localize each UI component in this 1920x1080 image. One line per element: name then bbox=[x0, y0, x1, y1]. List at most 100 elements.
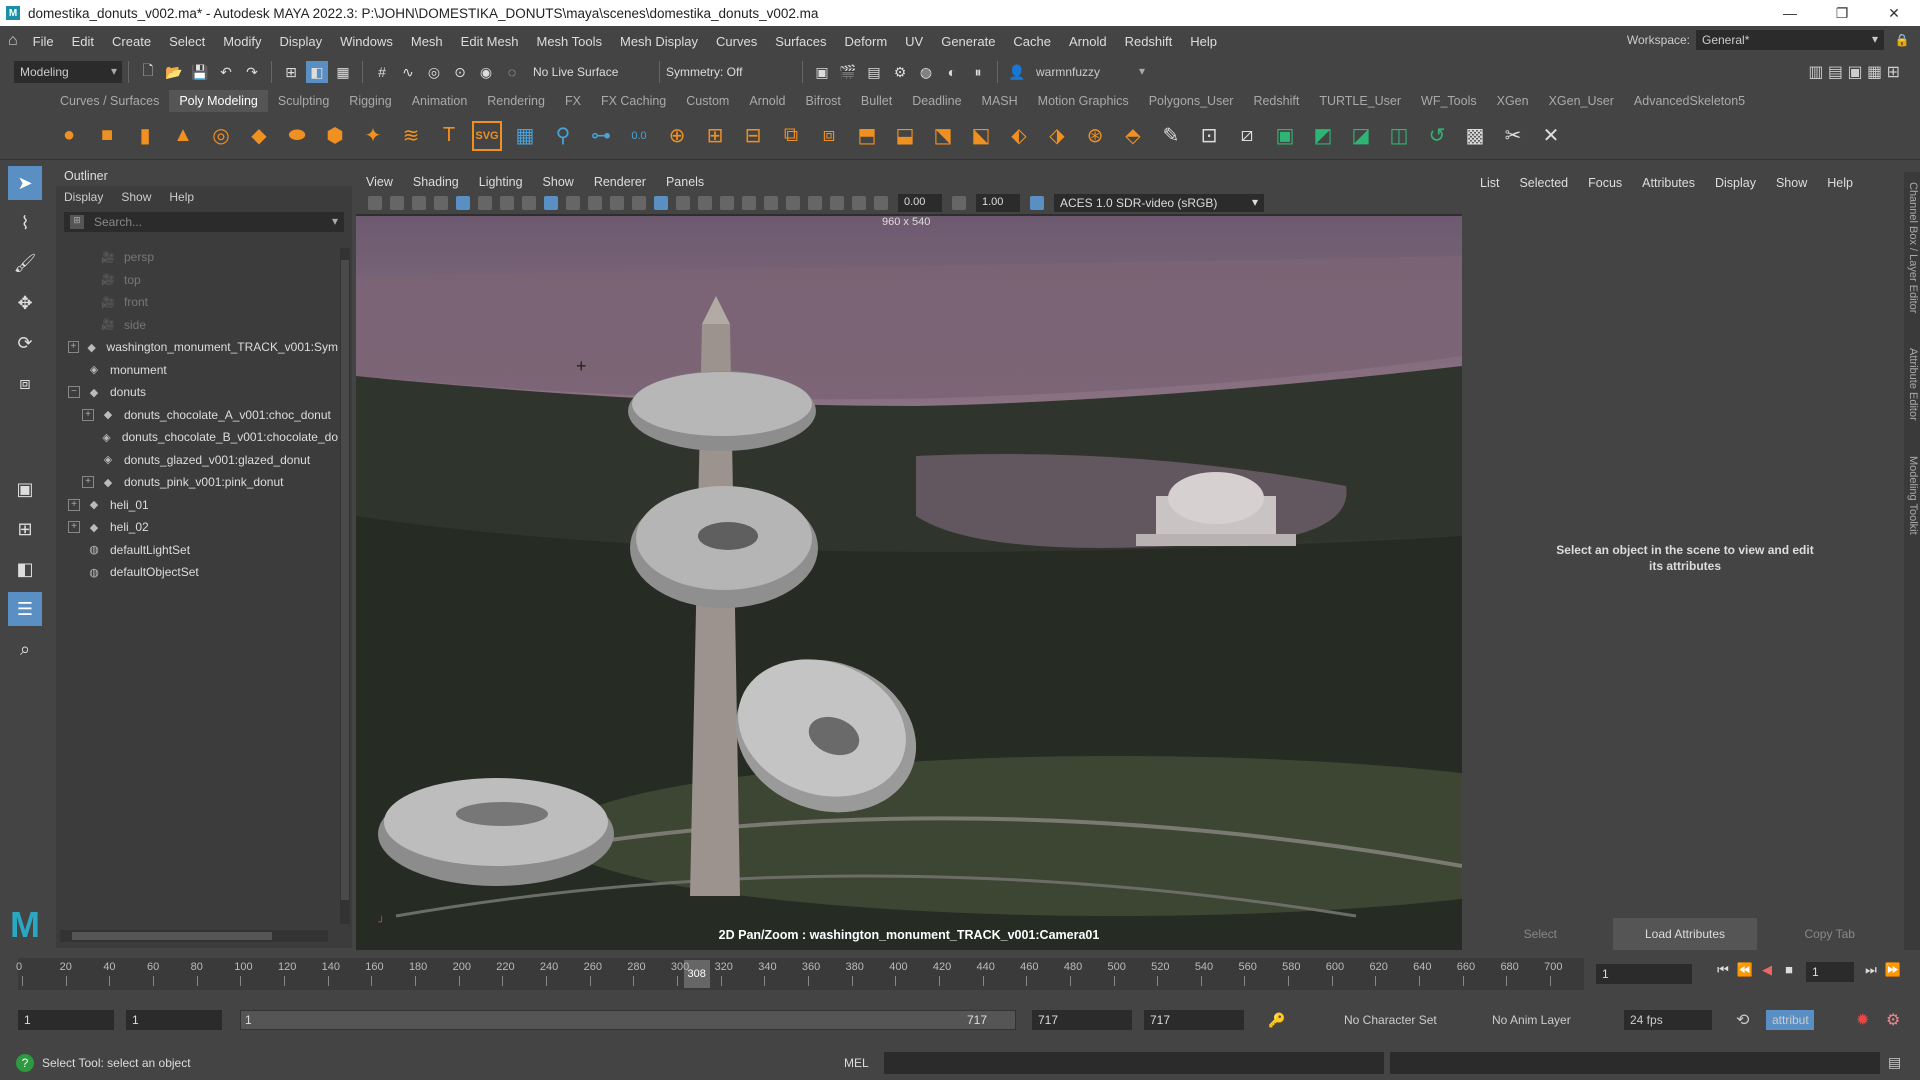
poly-torus-icon[interactable]: ◎ bbox=[206, 121, 236, 151]
separate-icon[interactable]: ⊞ bbox=[700, 121, 730, 151]
load-attributes-button[interactable]: Load Attributes bbox=[1612, 918, 1758, 950]
image-plane-icon[interactable] bbox=[434, 196, 448, 210]
go-to-end-icon[interactable]: ⏭ bbox=[1860, 962, 1882, 982]
exposure-icon[interactable] bbox=[874, 196, 888, 210]
snap-live-icon[interactable]: ◌ bbox=[501, 61, 523, 83]
persp-outliner-layout-icon[interactable]: ◧ bbox=[8, 552, 42, 586]
anim-start-field[interactable]: 1 bbox=[126, 1010, 222, 1030]
extrude-icon[interactable]: ⬒ bbox=[852, 121, 882, 151]
attribute-editor-tab[interactable]: Attribute Editor bbox=[1905, 348, 1919, 421]
attribute-menu-display[interactable]: Display bbox=[1715, 176, 1756, 190]
automatic-map-icon[interactable]: ◫ bbox=[1384, 121, 1414, 151]
modeling-toolkit-tab[interactable]: Modeling Toolkit bbox=[1905, 456, 1919, 535]
outliner-expander-icon[interactable]: + bbox=[68, 498, 80, 511]
distance-tool-icon[interactable]: ⊶ bbox=[586, 121, 616, 151]
workspace-dropdown[interactable]: General* bbox=[1696, 30, 1884, 50]
menu-mesh-tools[interactable]: Mesh Tools bbox=[527, 34, 611, 49]
menu-mesh-display[interactable]: Mesh Display bbox=[611, 34, 707, 49]
textured-icon[interactable] bbox=[698, 196, 712, 210]
shelf-tab-turtle-user[interactable]: TURTLE_User bbox=[1309, 90, 1411, 112]
isolate-select-icon[interactable] bbox=[808, 196, 822, 210]
scale-tool-icon[interactable]: ⧈ bbox=[8, 366, 42, 400]
sweep-mesh-icon[interactable]: ≋ bbox=[396, 121, 426, 151]
outliner-item[interactable]: ◍ defaultObjectSet bbox=[56, 561, 338, 584]
outliner-item[interactable]: ◈ monument bbox=[56, 359, 338, 382]
poly-cone-icon[interactable]: ▲ bbox=[168, 121, 198, 151]
2d-pan-zoom-icon[interactable] bbox=[456, 196, 470, 210]
viewport-menu-shading[interactable]: Shading bbox=[413, 175, 459, 189]
gate-mask-icon[interactable] bbox=[566, 196, 580, 210]
save-scene-icon[interactable]: 💾 bbox=[189, 61, 211, 83]
shelf-tab-arnold[interactable]: Arnold bbox=[739, 90, 795, 112]
hypershade-icon[interactable]: ◍ bbox=[915, 61, 937, 83]
collapse-icon[interactable]: ⊛ bbox=[1080, 121, 1110, 151]
character-set-dropdown[interactable]: No Character Set bbox=[1336, 1010, 1445, 1030]
shelf-tab-motion-graphics[interactable]: Motion Graphics bbox=[1028, 90, 1139, 112]
outliner-item[interactable]: 🎥 front bbox=[56, 291, 338, 314]
four-view-layout-icon[interactable]: ⊞ bbox=[8, 512, 42, 546]
search-icon[interactable]: ⌕ bbox=[8, 632, 42, 666]
outliner-menu-show[interactable]: Show bbox=[121, 190, 151, 204]
viewport-menu-panels[interactable]: Panels bbox=[666, 175, 704, 189]
menu-curves[interactable]: Curves bbox=[707, 34, 766, 49]
grid-icon[interactable]: ▦ bbox=[510, 121, 540, 151]
outliner-vertical-scrollbar[interactable] bbox=[340, 248, 350, 924]
bookmark-icon[interactable] bbox=[412, 196, 426, 210]
home-icon[interactable]: ⌂ bbox=[8, 32, 18, 50]
shelf-options[interactable] bbox=[0, 112, 50, 160]
shelf-tab-wf-tools[interactable]: WF_Tools bbox=[1411, 90, 1487, 112]
uv-editor-icon[interactable]: ▣ bbox=[1270, 121, 1300, 151]
menu-windows[interactable]: Windows bbox=[331, 34, 402, 49]
render-view-icon[interactable]: ▣ bbox=[811, 61, 833, 83]
shelf-tab-rigging[interactable]: Rigging bbox=[339, 90, 401, 112]
viewport-menu-show[interactable]: Show bbox=[543, 175, 574, 189]
outliner-item[interactable]: ◈ donuts_glazed_v001:glazed_donut bbox=[56, 449, 338, 472]
outliner-expander-icon[interactable]: + bbox=[82, 476, 94, 489]
planar-map-icon[interactable]: ◩ bbox=[1308, 121, 1338, 151]
stop-icon[interactable]: ■ bbox=[1778, 962, 1800, 982]
attribute-menu-list[interactable]: List bbox=[1480, 176, 1499, 190]
bevel-icon[interactable]: ⬔ bbox=[928, 121, 958, 151]
search-input[interactable]: Search... bbox=[94, 215, 142, 229]
fps-dropdown[interactable]: 24 fps bbox=[1624, 1010, 1712, 1030]
bridge-icon[interactable]: ⬓ bbox=[890, 121, 920, 151]
render-settings-icon[interactable]: ⚙ bbox=[889, 61, 911, 83]
menu-display[interactable]: Display bbox=[271, 34, 332, 49]
merge-icon[interactable]: ⬗ bbox=[1042, 121, 1072, 151]
outliner-item[interactable]: 🎥 side bbox=[56, 314, 338, 337]
shadows-icon[interactable] bbox=[742, 196, 756, 210]
menu-arnold[interactable]: Arnold bbox=[1060, 34, 1116, 49]
outliner-search[interactable]: ⊞ Search... bbox=[64, 212, 344, 232]
film-gate-icon[interactable] bbox=[522, 196, 536, 210]
lasso-tool-icon[interactable]: ⌇ bbox=[8, 206, 42, 240]
menu-mesh[interactable]: Mesh bbox=[402, 34, 452, 49]
resolution-gate-icon[interactable] bbox=[544, 196, 558, 210]
open-scene-icon[interactable]: 📂 bbox=[163, 61, 185, 83]
outliner-item[interactable]: + ◆ heli_01 bbox=[56, 494, 338, 517]
select-object-icon[interactable]: ◧ bbox=[306, 61, 328, 83]
poly-plane-icon[interactable]: ◆ bbox=[244, 121, 274, 151]
color-space-dropdown[interactable]: ACES 1.0 SDR-video (sRGB) bbox=[1054, 194, 1264, 212]
freeze-transform-icon[interactable]: 0.0 bbox=[624, 121, 654, 151]
panel-layout-icons[interactable]: ▥ ▤ ▣ ▦ ⊞ bbox=[1808, 62, 1900, 82]
append-icon[interactable]: ⬕ bbox=[966, 121, 996, 151]
attribute-menu-help[interactable]: Help bbox=[1827, 176, 1853, 190]
channel-box-tab[interactable]: Channel Box / Layer Editor bbox=[1905, 182, 1919, 313]
viewport-menu-renderer[interactable]: Renderer bbox=[594, 175, 646, 189]
shelf-tab-rendering[interactable]: Rendering bbox=[477, 90, 555, 112]
menu-surfaces[interactable]: Surfaces bbox=[766, 34, 835, 49]
outliner-layout-icon[interactable]: ☰ bbox=[8, 592, 42, 626]
snap-view-icon[interactable]: ⊙ bbox=[449, 61, 471, 83]
end-time-field[interactable]: 717 bbox=[1144, 1010, 1244, 1030]
super-shape-icon[interactable]: ✦ bbox=[358, 121, 388, 151]
menu-set-dropdown[interactable]: Modeling bbox=[14, 61, 122, 83]
xray-joints-icon[interactable] bbox=[852, 196, 866, 210]
render-frame-icon[interactable]: 🎬 bbox=[837, 61, 859, 83]
snap-curve-icon[interactable]: ∿ bbox=[397, 61, 419, 83]
outliner-item[interactable]: + ◆ washington_monument_TRACK_v001:Sym bbox=[56, 336, 338, 359]
anim-layer-dropdown[interactable]: No Anim Layer bbox=[1484, 1010, 1579, 1030]
user-account-dropdown[interactable]: warmnfuzzy bbox=[1030, 61, 1150, 83]
shelf-tab-polygons-user[interactable]: Polygons_User bbox=[1139, 90, 1244, 112]
poly-disc-icon[interactable]: ⬬ bbox=[282, 121, 312, 151]
current-frame-field[interactable]: 1 bbox=[1596, 964, 1692, 984]
